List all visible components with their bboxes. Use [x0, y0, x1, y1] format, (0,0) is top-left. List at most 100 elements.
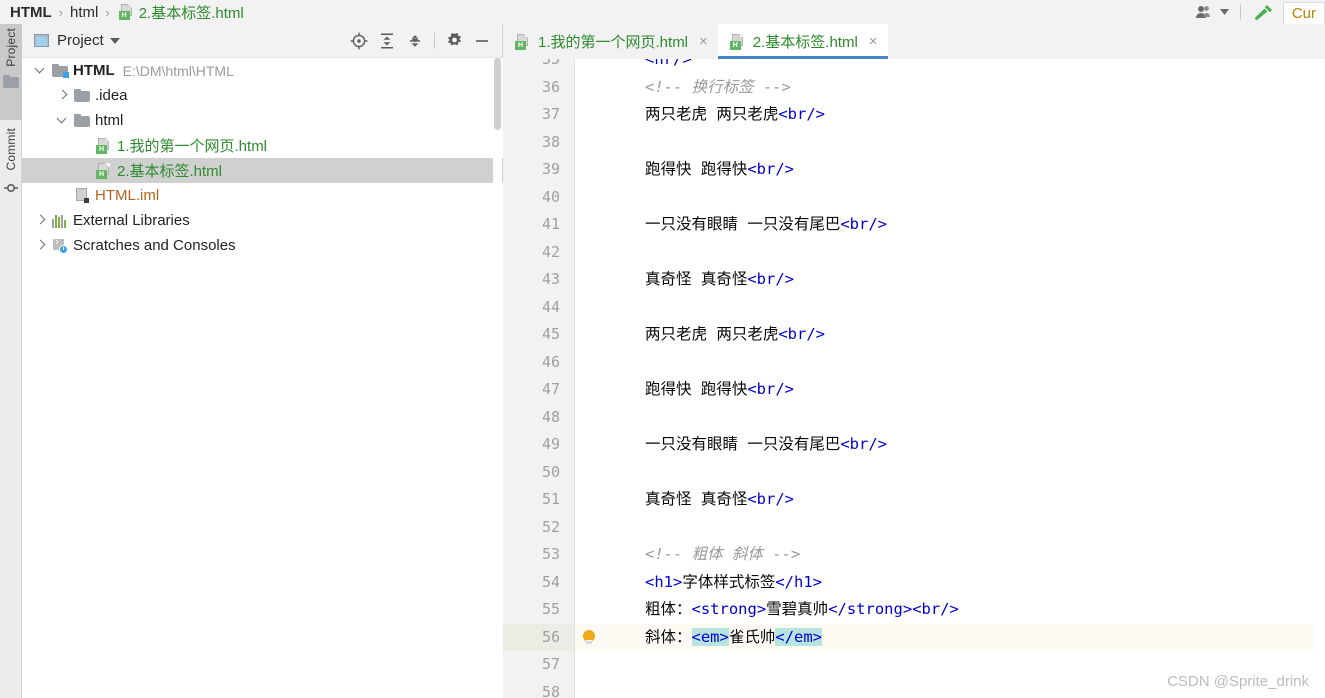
code-line[interactable]: 真奇怪 真奇怪<br/>	[603, 486, 1325, 514]
tree-row[interactable]: HTML.iml	[22, 183, 503, 208]
code-token: <br/>	[747, 270, 795, 288]
code-line[interactable]: <hr/>	[603, 59, 1325, 74]
folder-icon	[74, 114, 90, 127]
chevron-down-icon[interactable]	[34, 64, 47, 77]
gear-icon[interactable]	[440, 27, 468, 55]
watermark: CSDN @Sprite_drink	[1167, 673, 1309, 690]
code-line[interactable]	[603, 294, 1325, 322]
folder-icon	[3, 74, 19, 88]
editor-tab-label: 2.基本标签.html	[752, 34, 858, 51]
hide-icon[interactable]	[468, 27, 496, 55]
code-line[interactable]: 一只没有眼睛 一只没有尾巴<br/>	[603, 211, 1325, 239]
code-token: 跑得快 跑得快	[645, 160, 748, 178]
code-line[interactable]	[603, 514, 1325, 542]
code-line[interactable]: 两只老虎 两只老虎<br/>	[603, 321, 1325, 349]
tree-row[interactable]: Scratches and Consoles	[22, 233, 503, 258]
code-line[interactable]: 粗体：<strong>雪碧真帅</strong><br/>	[603, 596, 1325, 624]
close-icon[interactable]: ×	[869, 33, 878, 50]
code-line[interactable]: <!-- 粗体 斜体 -->	[603, 541, 1325, 569]
code-line[interactable]	[603, 184, 1325, 212]
code-line[interactable]: 两只老虎 两只老虎<br/>	[603, 101, 1325, 129]
editor-tab[interactable]: H 1.我的第一个网页.html ×	[503, 24, 718, 59]
code-content[interactable]: <hr/> <!-- 换行标签 --> 两只老虎 两只老虎<br/> 跑得快 跑得快<…	[603, 59, 1325, 698]
code-token: <br/>	[747, 490, 795, 508]
line-number-gutter: 35 36 37 38 39 40 41 42 43 44 45 46 47 48 49 50 51 52 53 54…	[503, 59, 575, 698]
code-token: <br/>	[840, 215, 888, 233]
tree-row[interactable]: .idea	[22, 83, 503, 108]
code-token: 斜体：	[645, 627, 692, 646]
chevron-down-icon[interactable]	[56, 114, 69, 127]
chevron-right-icon[interactable]	[56, 89, 69, 102]
select-opened-file-icon[interactable]	[345, 27, 373, 55]
chevron-right-icon[interactable]	[34, 239, 47, 252]
code-line[interactable]	[603, 129, 1325, 157]
code-token: <br/>	[840, 435, 888, 453]
code-token: 一只没有眼睛 一只没有尾巴	[645, 215, 841, 233]
chevron-down-icon[interactable]	[1218, 0, 1232, 26]
code-token: <hr/>	[645, 59, 692, 68]
editor-tab[interactable]: H 2.基本标签.html ×	[717, 24, 888, 59]
code-token: <em>	[691, 627, 729, 646]
code-line[interactable]	[603, 349, 1325, 377]
line-number: 45	[541, 325, 560, 343]
code-token: </strong>	[828, 600, 913, 618]
line-number: 37	[541, 105, 560, 123]
code-line[interactable]: 真奇怪 真奇怪<br/>	[603, 266, 1325, 294]
code-line[interactable]	[603, 239, 1325, 267]
code-line[interactable]: 斜体：<em>雀氏帅</em>	[603, 624, 1325, 652]
code-token: 跑得快 跑得快	[645, 380, 748, 398]
project-scrollbar-track[interactable]	[493, 58, 502, 698]
line-number: 46	[541, 352, 560, 371]
code-line[interactable]	[603, 459, 1325, 487]
code-line[interactable]: <!-- 换行标签 -->	[603, 74, 1325, 102]
line-number: 39	[541, 160, 560, 178]
project-tool-window: Project HTML E:\DM\html\HTML .idea html …	[22, 24, 503, 698]
code-token: <h1>	[645, 572, 683, 591]
code-line[interactable]	[603, 404, 1325, 432]
expand-all-icon[interactable]	[373, 27, 401, 55]
hammer-icon[interactable]	[1249, 0, 1277, 26]
editor-scrollbar-rail[interactable]	[1313, 59, 1325, 698]
line-number: 56	[541, 627, 560, 646]
line-number: 50	[541, 462, 560, 481]
tool-window-button-commit[interactable]: Commit	[0, 124, 22, 222]
tree-row[interactable]: External Libraries	[22, 208, 503, 233]
run-configuration-selector[interactable]: Cur	[1282, 2, 1325, 24]
breadcrumb-item-file[interactable]: 2.基本标签.html	[139, 2, 244, 23]
code-token: 一只没有眼睛 一只没有尾巴	[645, 435, 841, 453]
hint-gutter[interactable]	[575, 59, 603, 698]
tree-row[interactable]: html	[22, 108, 503, 133]
code-token: <!-- 粗体 斜体 -->	[645, 545, 801, 563]
breadcrumb-item-folder[interactable]: html	[70, 4, 98, 21]
html-file-icon: H	[515, 33, 531, 50]
line-number: 55	[541, 600, 560, 618]
tool-window-button-project[interactable]: Project	[0, 24, 22, 120]
line-number: 41	[541, 215, 560, 233]
chevron-right-icon[interactable]	[34, 214, 47, 227]
close-icon[interactable]: ×	[699, 33, 708, 50]
tree-row[interactable]: HTML E:\DM\html\HTML	[22, 58, 503, 83]
tree-row[interactable]: H 1.我的第一个网页.html	[22, 133, 503, 158]
user-avatar-icon[interactable]	[1190, 0, 1218, 26]
code-line[interactable]: 跑得快 跑得快<br/>	[603, 156, 1325, 184]
html-file-icon: H	[96, 137, 112, 154]
code-line[interactable]: <h1>字体样式标签</h1>	[603, 569, 1325, 597]
collapse-all-icon[interactable]	[401, 27, 429, 55]
code-token: <strong>	[691, 600, 767, 618]
line-number: 42	[541, 242, 560, 261]
line-number: 53	[541, 545, 560, 563]
tree-row-label: .idea	[95, 87, 128, 104]
code-line[interactable]: 跑得快 跑得快<br/>	[603, 376, 1325, 404]
tree-row-label: Scratches and Consoles	[73, 237, 236, 254]
tree-row-label: html	[95, 112, 124, 129]
project-scrollbar-thumb[interactable]	[494, 58, 501, 130]
code-line[interactable]: 一只没有眼睛 一只没有尾巴<br/>	[603, 431, 1325, 459]
breadcrumb-item-project[interactable]: HTML	[10, 4, 52, 21]
intention-bulb-icon[interactable]	[581, 629, 597, 646]
code-editor[interactable]: 35 36 37 38 39 40 41 42 43 44 45 46 47 48 49 50 51 52 53 54…	[503, 59, 1325, 698]
tree-arrow-placeholder	[78, 164, 91, 177]
project-tree[interactable]: HTML E:\DM\html\HTML .idea html H 1.我的第一个网页.h…	[22, 58, 503, 698]
tree-row-label: 1.我的第一个网页.html	[117, 138, 268, 155]
tree-row[interactable]: H 2.基本标签.html	[22, 158, 503, 183]
chevron-down-icon[interactable]	[104, 27, 126, 55]
